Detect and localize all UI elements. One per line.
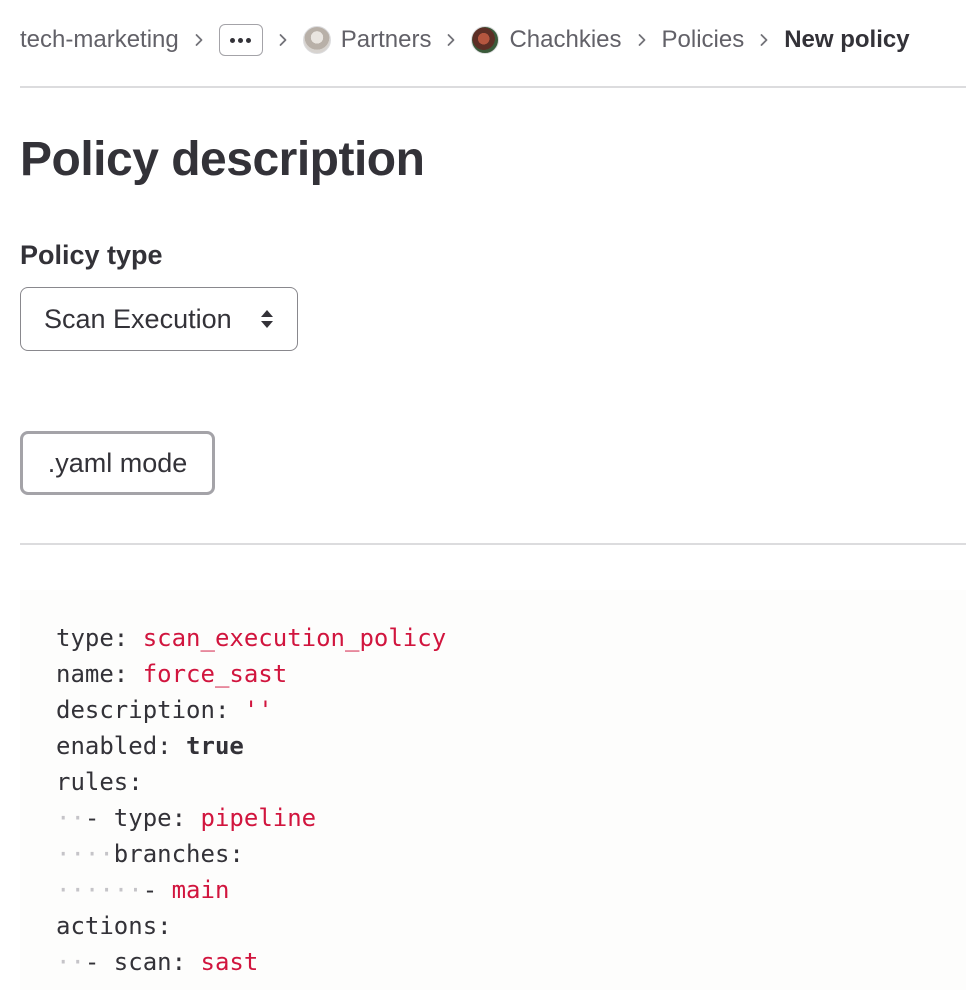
chevron-right-icon: [179, 33, 219, 47]
policy-type-selected-value: Scan Execution: [44, 303, 232, 334]
yaml-value: main: [171, 876, 230, 904]
yaml-key: - type:: [84, 804, 187, 832]
yaml-editor[interactable]: type: scan_execution_policy name: force_s…: [20, 590, 966, 990]
breadcrumb-new-policy: New policy: [784, 26, 910, 53]
code-line: ····branches:: [56, 836, 446, 872]
code-line: actions:: [56, 908, 446, 944]
ellipsis-dot: [246, 37, 252, 43]
code-line: ··- scan: sast: [56, 944, 446, 980]
yaml-key: - scan:: [84, 948, 187, 976]
chevron-right-icon: [431, 33, 471, 47]
code-line: enabled: true: [56, 728, 446, 764]
page-title: Policy description: [20, 133, 425, 186]
breadcrumb-policies[interactable]: Policies: [662, 26, 745, 54]
chevron-right-icon: [744, 33, 784, 47]
breadcrumb-partners-label: Partners: [340, 26, 432, 53]
breadcrumb: tech-marketing Partners Chachkies Polici…: [20, 22, 966, 58]
partners-avatar: [302, 26, 331, 54]
code-line: ··- type: pipeline: [56, 800, 446, 836]
policy-type-select[interactable]: Scan Execution: [20, 287, 298, 351]
whitespace-marker: ······: [56, 876, 143, 904]
page: tech-marketing Partners Chachkies Polici…: [0, 0, 966, 990]
whitespace-marker: ··: [56, 948, 85, 976]
policy-type-label: Policy type: [20, 240, 163, 270]
whitespace-marker: ····: [56, 840, 114, 868]
breadcrumb-more-button[interactable]: [218, 24, 263, 56]
code-line: type: scan_execution_policy: [56, 620, 446, 656]
chachkies-avatar: [471, 26, 500, 54]
code-line: ······- main: [56, 872, 446, 908]
yaml-key: type:: [56, 624, 129, 652]
chevron-right-icon: [263, 33, 303, 47]
yaml-value: force_sast: [142, 660, 288, 688]
breadcrumb-tech-marketing[interactable]: tech-marketing: [20, 26, 179, 54]
yaml-value: scan_execution_policy: [142, 624, 447, 652]
yaml-code[interactable]: type: scan_execution_policy name: force_s…: [56, 620, 446, 980]
breadcrumb-chachkies-label: Chachkies: [509, 26, 622, 53]
ellipsis-dot: [238, 37, 244, 43]
yaml-key: -: [142, 876, 172, 904]
section-divider: [20, 543, 966, 545]
header-divider: [20, 86, 966, 88]
yaml-key: enabled:: [56, 732, 172, 760]
breadcrumb-partners[interactable]: Partners: [302, 26, 432, 54]
breadcrumb-chachkies[interactable]: Chachkies: [471, 26, 622, 54]
code-line: rules:: [56, 764, 446, 800]
yaml-value: pipeline: [200, 804, 317, 832]
yaml-key: description:: [56, 696, 230, 724]
yaml-value: '': [243, 696, 273, 724]
yaml-value: sast: [200, 948, 259, 976]
yaml-key: actions:: [56, 912, 172, 940]
yaml-value: true: [186, 732, 244, 760]
code-line: name: force_sast: [56, 656, 446, 692]
yaml-key: branches:: [113, 840, 244, 868]
sort-caret-icon: [261, 310, 273, 328]
ellipsis-icon: [230, 37, 236, 43]
yaml-mode-button[interactable]: .yaml mode: [20, 431, 215, 495]
yaml-key: rules:: [56, 768, 143, 796]
code-line: description: '': [56, 692, 446, 728]
yaml-key: name:: [56, 660, 129, 688]
chevron-right-icon: [622, 33, 662, 47]
whitespace-marker: ··: [56, 804, 85, 832]
